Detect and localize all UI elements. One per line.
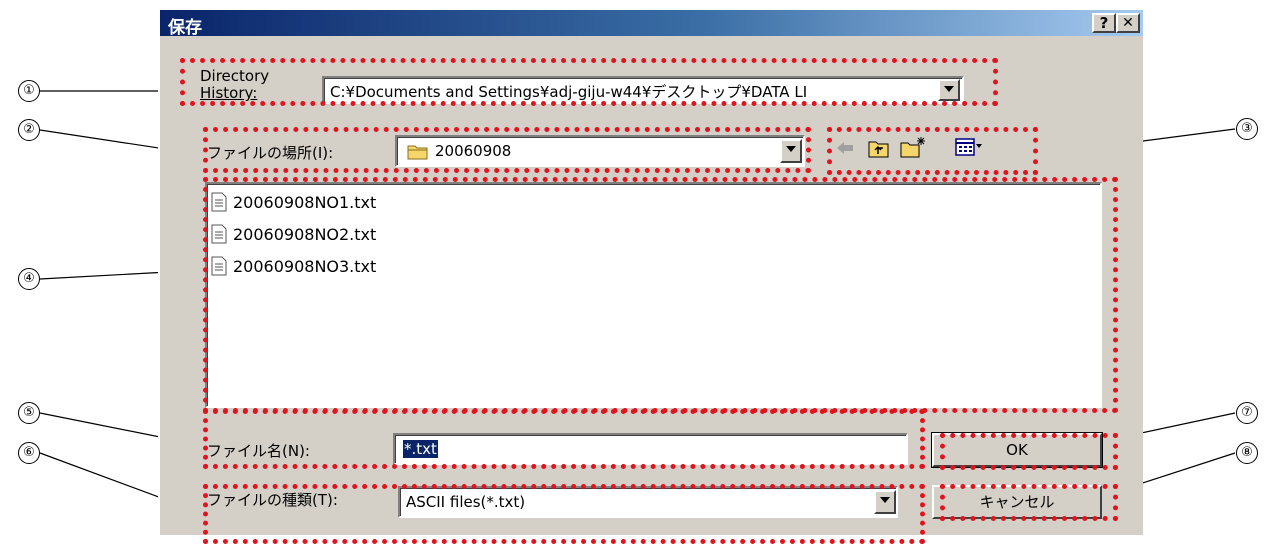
highlight-file-list xyxy=(203,177,1118,413)
highlight-location xyxy=(203,127,811,173)
callout-5: ⑤ xyxy=(18,402,40,424)
help-button[interactable]: ? xyxy=(1092,13,1116,33)
highlight-filename xyxy=(203,409,925,469)
highlight-toolbar xyxy=(827,127,1038,175)
dialog-title: 保存 xyxy=(168,18,202,38)
callout-7: ⑦ xyxy=(1236,402,1258,424)
highlight-ok-button xyxy=(940,433,1118,470)
highlight-directory-history xyxy=(180,58,998,106)
highlight-filetype xyxy=(203,484,925,544)
callout-4: ④ xyxy=(18,268,40,290)
close-button[interactable]: ✕ xyxy=(1116,13,1140,33)
callout-1: ① xyxy=(18,80,40,102)
callout-3: ③ xyxy=(1236,118,1258,140)
title-bar xyxy=(160,10,1143,36)
highlight-cancel-button xyxy=(940,484,1118,521)
callout-8: ⑧ xyxy=(1236,442,1258,464)
callout-6: ⑥ xyxy=(18,442,40,464)
callout-2: ② xyxy=(18,119,40,141)
